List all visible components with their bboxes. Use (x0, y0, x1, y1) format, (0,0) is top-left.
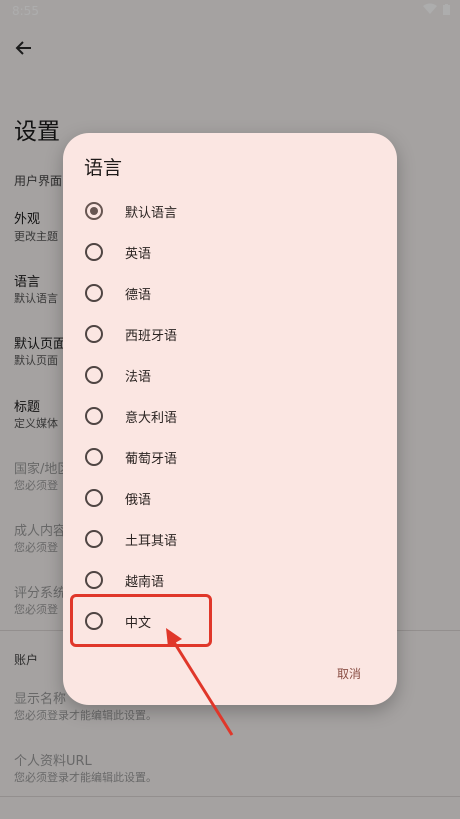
radio-icon[interactable] (85, 489, 103, 507)
language-option-spanish[interactable]: 西班牙语 (63, 314, 397, 355)
option-label: 德语 (125, 288, 152, 303)
radio-selected-icon[interactable] (85, 202, 103, 220)
option-label: 越南语 (125, 575, 165, 590)
radio-icon[interactable] (85, 243, 103, 261)
dialog-title: 语言 (84, 157, 123, 179)
cancel-button[interactable]: 取消 (337, 665, 361, 682)
language-option-turkish[interactable]: 土耳其语 (63, 519, 397, 560)
language-option-russian[interactable]: 俄语 (63, 478, 397, 519)
radio-icon[interactable] (85, 571, 103, 589)
option-label: 土耳其语 (125, 534, 178, 549)
radio-icon[interactable] (85, 448, 103, 466)
annotation-arrow-icon (166, 628, 234, 736)
radio-icon[interactable] (85, 530, 103, 548)
option-label: 默认语言 (125, 206, 178, 221)
language-option-default[interactable]: 默认语言 (63, 191, 397, 232)
option-label: 法语 (125, 370, 152, 385)
option-label: 意大利语 (125, 411, 178, 426)
language-option-french[interactable]: 法语 (63, 355, 397, 396)
language-option-german[interactable]: 德语 (63, 273, 397, 314)
option-label: 英语 (125, 247, 152, 262)
language-option-english[interactable]: 英语 (63, 232, 397, 273)
radio-icon[interactable] (85, 366, 103, 384)
option-label: 葡萄牙语 (125, 452, 178, 467)
radio-icon[interactable] (85, 284, 103, 302)
language-option-portuguese[interactable]: 葡萄牙语 (63, 437, 397, 478)
option-label: 西班牙语 (125, 329, 178, 344)
radio-icon[interactable] (85, 407, 103, 425)
option-label: 俄语 (125, 493, 152, 508)
radio-icon[interactable] (85, 325, 103, 343)
language-option-italian[interactable]: 意大利语 (63, 396, 397, 437)
